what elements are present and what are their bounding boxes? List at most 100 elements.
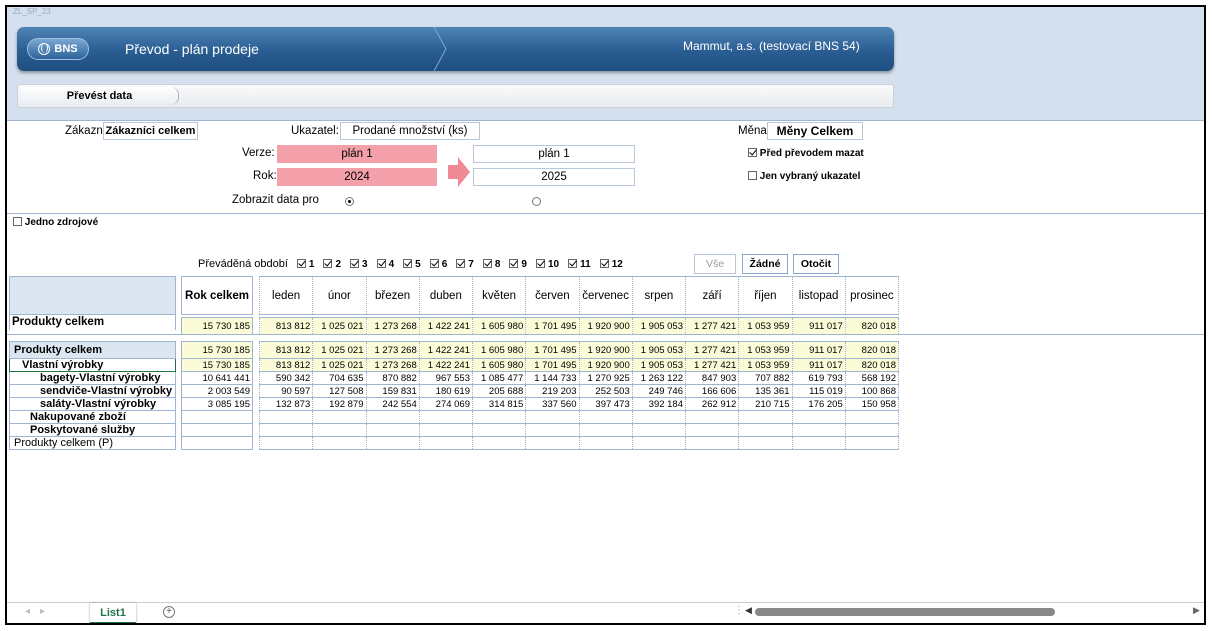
month-cell[interactable]: 115 019: [791, 384, 846, 398]
zobrazit-target-radio[interactable]: [532, 197, 541, 206]
sheet-nav-arrows-icon[interactable]: ◂▸: [25, 606, 55, 617]
rok-source-field[interactable]: 2024: [277, 168, 437, 186]
period-checkbox-3[interactable]: 3: [350, 258, 368, 270]
month-cell[interactable]: 568 192: [844, 371, 900, 385]
month-cell[interactable]: 127 508: [312, 384, 367, 398]
month-cell[interactable]: [578, 410, 633, 424]
row-label[interactable]: Vlastní výrobky: [9, 358, 176, 372]
month-cell[interactable]: 314 815: [471, 397, 527, 411]
month-cell[interactable]: [738, 410, 793, 424]
month-cell[interactable]: [525, 410, 580, 424]
month-cell[interactable]: [684, 410, 740, 424]
horizontal-scrollbar-thumb[interactable]: [755, 608, 1055, 616]
row-label[interactable]: Poskytované služby: [9, 423, 176, 437]
month-cell[interactable]: [312, 436, 367, 450]
sheet-tab-list1[interactable]: List1: [90, 603, 136, 623]
month-cell[interactable]: 219 203: [525, 384, 580, 398]
month-cell[interactable]: [258, 423, 314, 437]
month-cell[interactable]: 1 273 268: [365, 358, 420, 372]
month-cell[interactable]: [631, 436, 687, 450]
scroll-right-icon[interactable]: ▶: [1193, 605, 1200, 616]
month-cell[interactable]: 1 025 021: [312, 341, 367, 359]
row-label[interactable]: Produkty celkem (P): [9, 436, 176, 450]
month-cell[interactable]: 252 503: [578, 384, 633, 398]
month-cell[interactable]: [365, 410, 420, 424]
period-checkbox-10[interactable]: 10: [535, 258, 559, 270]
month-cell[interactable]: 1 920 900: [578, 341, 633, 359]
month-cell[interactable]: [312, 410, 367, 424]
zadne-button[interactable]: Žádné: [742, 254, 788, 274]
pred-prevodem-checkbox[interactable]: Před převodem mazat: [748, 148, 864, 159]
row-label[interactable]: Nakupované zboží: [9, 410, 176, 424]
month-cell[interactable]: [525, 423, 580, 437]
month-cell[interactable]: 1 053 959: [738, 341, 793, 359]
month-cell[interactable]: 180 619: [418, 384, 474, 398]
month-cell[interactable]: [791, 410, 846, 424]
month-cell[interactable]: 166 606: [684, 384, 740, 398]
month-cell[interactable]: 242 554: [365, 397, 420, 411]
month-cell[interactable]: 274 069: [418, 397, 474, 411]
month-cell[interactable]: [738, 436, 793, 450]
month-cell[interactable]: 707 882: [738, 371, 793, 385]
month-cell[interactable]: [312, 423, 367, 437]
rok-target-field[interactable]: 2025: [473, 168, 635, 186]
month-cell[interactable]: [418, 423, 474, 437]
month-cell[interactable]: 1 144 733: [525, 371, 580, 385]
month-cell[interactable]: 870 882: [365, 371, 420, 385]
month-cell[interactable]: 1 422 241: [418, 341, 474, 359]
month-cell[interactable]: 100 868: [844, 384, 900, 398]
row-label[interactable]: Produkty celkem: [9, 341, 176, 359]
month-cell[interactable]: 820 018: [844, 341, 900, 359]
month-cell[interactable]: [631, 410, 687, 424]
month-cell[interactable]: 1 605 980: [471, 341, 527, 359]
month-cell[interactable]: 135 361: [738, 384, 793, 398]
bns-button[interactable]: BNS: [27, 38, 89, 60]
month-cell[interactable]: [525, 436, 580, 450]
month-cell[interactable]: 392 184: [631, 397, 687, 411]
month-cell[interactable]: 847 903: [684, 371, 740, 385]
month-cell[interactable]: [365, 436, 420, 450]
month-cell[interactable]: 1 273 268: [365, 341, 420, 359]
scroll-left-icon[interactable]: ◀: [745, 605, 752, 616]
month-cell[interactable]: 967 553: [418, 371, 474, 385]
month-cell[interactable]: 397 473: [578, 397, 633, 411]
month-cell[interactable]: 337 560: [525, 397, 580, 411]
zobrazit-source-radio[interactable]: [345, 197, 354, 206]
jen-vybrany-checkbox[interactable]: Jen vybraný ukazatel: [748, 171, 860, 182]
month-cell[interactable]: 813 812: [258, 341, 314, 359]
month-cell[interactable]: [791, 436, 846, 450]
period-checkbox-8[interactable]: 8: [482, 258, 500, 270]
month-cell[interactable]: [684, 423, 740, 437]
verze-target-field[interactable]: plán 1: [473, 145, 635, 163]
month-cell[interactable]: [844, 410, 900, 424]
mena-field[interactable]: Měny Celkem: [767, 122, 863, 140]
month-cell[interactable]: 1 053 959: [738, 358, 793, 372]
month-cell[interactable]: 90 597: [258, 384, 314, 398]
row-label[interactable]: sendviče-Vlastní výrobky: [9, 384, 176, 398]
month-cell[interactable]: [684, 436, 740, 450]
month-cell[interactable]: 704 635: [312, 371, 367, 385]
month-cell[interactable]: 1 920 900: [578, 358, 633, 372]
month-cell[interactable]: 132 873: [258, 397, 314, 411]
scroll-split-icon[interactable]: ⋮: [734, 605, 744, 616]
month-cell[interactable]: [844, 436, 900, 450]
month-cell[interactable]: 813 812: [258, 358, 314, 372]
row-label[interactable]: saláty-Vlastní výrobky: [9, 397, 176, 411]
ukazatel-field[interactable]: Prodané množství (ks): [340, 122, 480, 140]
period-checkbox-6[interactable]: 6: [429, 258, 447, 270]
month-cell[interactable]: 210 715: [738, 397, 793, 411]
period-checkbox-11[interactable]: 11: [568, 258, 591, 270]
month-cell[interactable]: 1 263 122: [631, 371, 687, 385]
month-cell[interactable]: 1 270 925: [578, 371, 633, 385]
month-cell[interactable]: 159 831: [365, 384, 420, 398]
month-cell[interactable]: 1 701 495: [525, 358, 580, 372]
period-checkbox-7[interactable]: 7: [456, 258, 474, 270]
month-cell[interactable]: [418, 436, 474, 450]
month-cell[interactable]: 1 605 980: [471, 358, 527, 372]
vse-button[interactable]: Vše: [694, 254, 736, 274]
month-cell[interactable]: 911 017: [791, 358, 846, 372]
month-cell[interactable]: 192 879: [312, 397, 367, 411]
period-checkbox-4[interactable]: 4: [376, 258, 394, 270]
zakaznik-field[interactable]: Zákazníci celkem: [103, 122, 198, 140]
month-cell[interactable]: 1 085 477: [471, 371, 527, 385]
